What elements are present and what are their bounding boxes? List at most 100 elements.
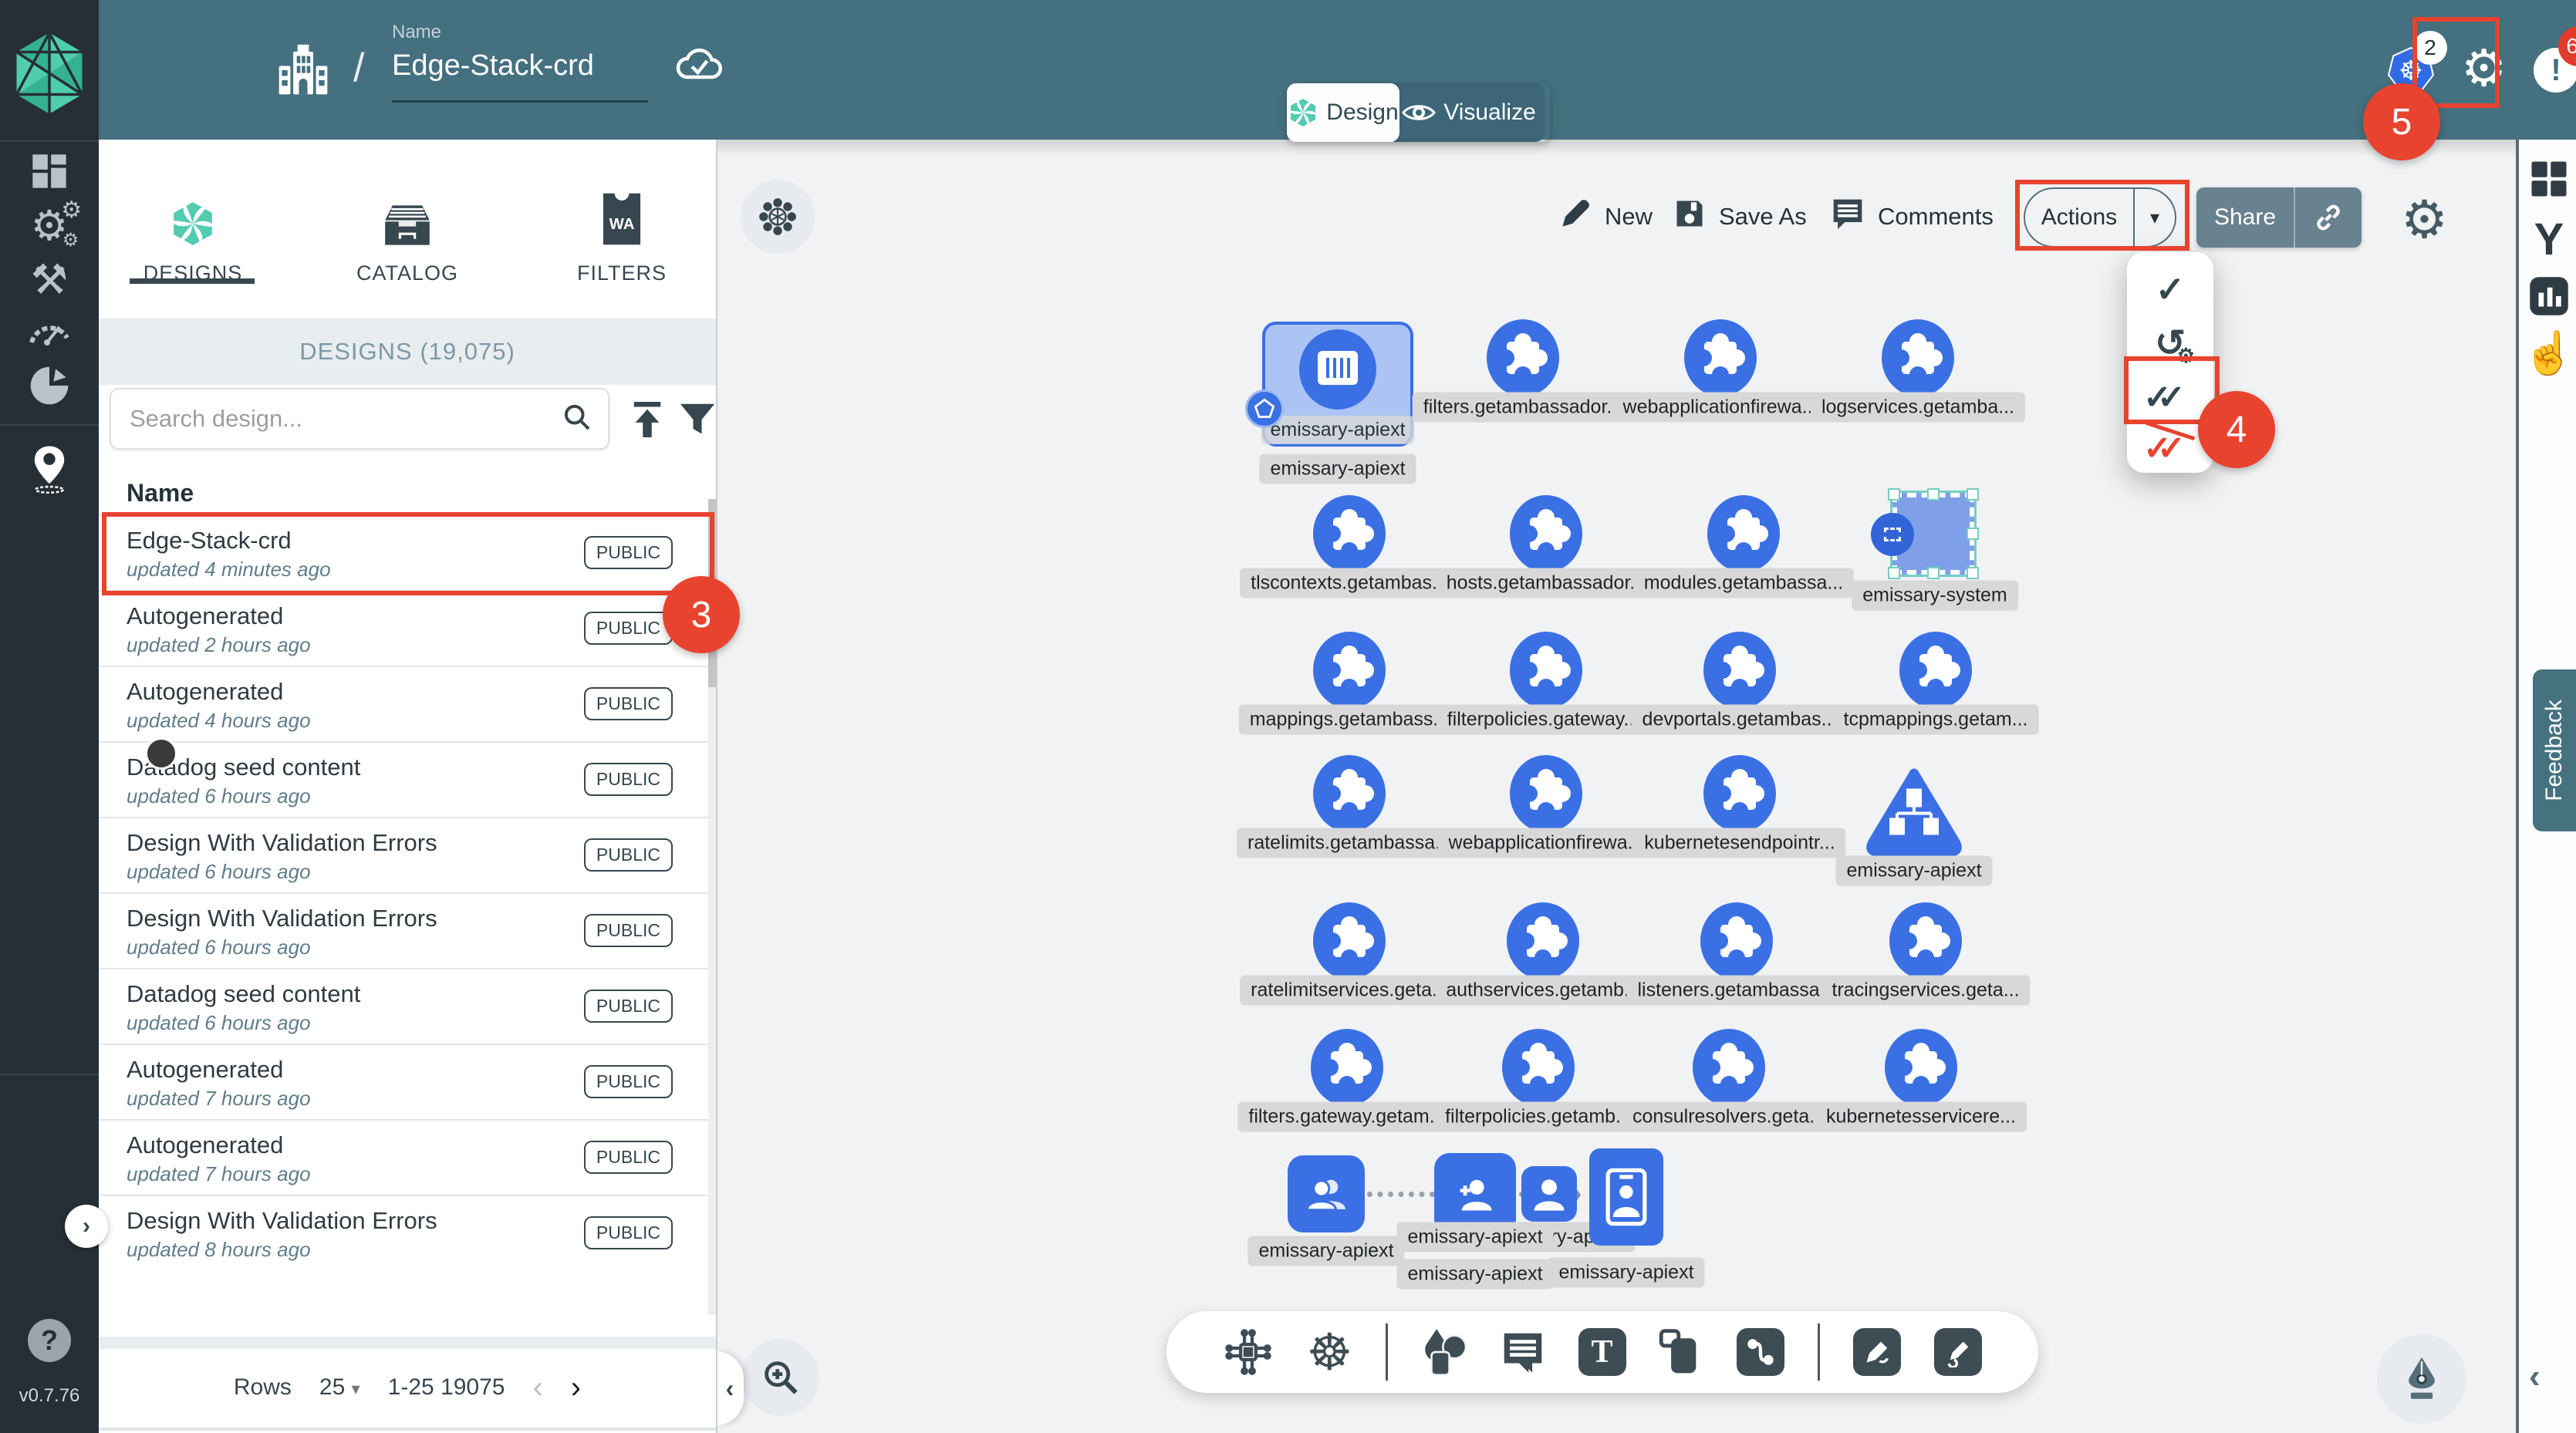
interact-hand-icon[interactable]: ☝ (2519, 329, 2576, 378)
design-row[interactable]: Design With Validation Errorsupdated 8 h… (99, 1195, 710, 1270)
shapes-icon[interactable] (1421, 1327, 1467, 1377)
dry-run-history-icon[interactable]: ↺⚙ (2127, 319, 2213, 368)
zoom-in-icon[interactable] (742, 1339, 819, 1416)
lifecycle-gears-icon[interactable]: ⚙⚙⚙ (0, 197, 99, 253)
design-row[interactable]: Autogeneratedupdated 7 hours agoPUBLIC (99, 1119, 710, 1195)
node-crd[interactable] (1313, 902, 1386, 979)
visibility-badge[interactable]: PUBLIC (584, 990, 673, 1023)
design-row[interactable]: Autogeneratedupdated 4 hours agoPUBLIC (99, 666, 710, 741)
node-cluster-role[interactable] (1288, 1155, 1365, 1232)
node-crd[interactable] (1507, 902, 1579, 979)
validate-check-icon[interactable]: ✓ (2127, 265, 2213, 314)
node-crd[interactable] (1899, 632, 1972, 709)
comments-button[interactable]: Comments (1830, 190, 1994, 244)
actions-button[interactable]: Actions ▾ (2024, 187, 2176, 248)
tab-designs[interactable]: DESIGNS (116, 163, 270, 285)
performance-gauge-icon[interactable] (0, 302, 99, 358)
cloud-sync-icon[interactable] (674, 43, 724, 87)
design-row[interactable]: Datadog seed contentupdated 6 hours agoP… (99, 968, 710, 1044)
copy-link-icon[interactable] (2295, 202, 2362, 233)
visibility-badge[interactable]: PUBLIC (584, 1141, 673, 1174)
node-crd[interactable] (1684, 319, 1757, 396)
rows-per-page-select[interactable]: 25 ▾ (319, 1374, 360, 1401)
node-crd[interactable] (1313, 495, 1386, 572)
node-service-account-card[interactable] (1589, 1148, 1663, 1246)
notes-tool-icon[interactable] (1659, 1328, 1703, 1376)
visibility-badge[interactable]: PUBLIC (584, 914, 673, 947)
node-crd[interactable] (1703, 755, 1776, 832)
meshery-logo[interactable] (0, 31, 99, 116)
sketch-pencil-icon[interactable] (1934, 1328, 1982, 1376)
pen-nib-icon[interactable] (2377, 1334, 2466, 1424)
new-design-button[interactable]: New (1558, 190, 1653, 244)
design-row[interactable]: Autogeneratedupdated 2 hours agoPUBLIC (99, 590, 710, 666)
visibility-badge[interactable]: PUBLIC (584, 838, 673, 872)
feedback-tab[interactable]: Feedback (2533, 669, 2576, 831)
node-crd[interactable] (1889, 902, 1962, 979)
node-crd[interactable] (1487, 319, 1559, 396)
node-crd[interactable] (1502, 1029, 1575, 1106)
node-crd[interactable] (1510, 632, 1582, 709)
node-crd[interactable] (1313, 632, 1386, 709)
node-crd[interactable] (1311, 1029, 1383, 1106)
node-crd[interactable] (1510, 755, 1582, 832)
help-button[interactable]: ? (28, 1319, 71, 1362)
node-crd[interactable] (1885, 1029, 1957, 1106)
next-page-button[interactable]: › (571, 1371, 581, 1405)
comment-tool-icon[interactable] (1501, 1330, 1545, 1374)
design-row[interactable]: Edge-Stack-crdupdated 4 minutes agoPUBLI… (99, 514, 710, 590)
relationships-y-icon[interactable]: Y (2519, 214, 2576, 265)
visibility-badge[interactable]: PUBLIC (584, 536, 673, 569)
mesh-hub-icon[interactable] (741, 180, 815, 254)
node-service-account[interactable] (1521, 1166, 1577, 1222)
actions-caret-icon[interactable]: ▾ (2135, 207, 2175, 229)
connection-path-icon[interactable] (1737, 1328, 1784, 1376)
configuration-tools-icon[interactable]: ⚒ (0, 251, 99, 307)
node-crd[interactable] (1313, 755, 1386, 832)
visibility-badge[interactable]: PUBLIC (584, 1065, 673, 1098)
tab-catalog[interactable]: CATALOG (330, 163, 484, 285)
node-crd[interactable] (1882, 319, 1954, 396)
search-input[interactable] (111, 405, 562, 433)
text-tool-icon[interactable]: T (1578, 1328, 1626, 1376)
design-row[interactable]: Autogeneratedupdated 7 hours agoPUBLIC (99, 1044, 710, 1119)
node-crd[interactable] (1700, 902, 1773, 979)
visibility-badge[interactable]: PUBLIC (584, 612, 673, 645)
right-rail-collapse-icon[interactable]: ‹ (2529, 1357, 2541, 1396)
sidebar-expand-button[interactable]: › (65, 1205, 108, 1248)
organization-building-icon[interactable] (275, 43, 332, 101)
publish-upload-icon[interactable] (630, 400, 665, 443)
location-pin-icon[interactable] (0, 441, 99, 497)
merge-components-icon[interactable] (1223, 1327, 1274, 1377)
save-as-button[interactable]: Save As (1673, 190, 1807, 244)
kubernetes-wheel-icon[interactable]: ☸ (1307, 1323, 1352, 1382)
pen-tool-icon[interactable] (1853, 1328, 1901, 1376)
node-emissary-apiext-selected[interactable]: emissary-apiext (1262, 322, 1413, 447)
node-crd[interactable] (1510, 495, 1582, 572)
dashboard-chart-icon[interactable] (2519, 275, 2576, 317)
design-row[interactable]: Design With Validation Errorsupdated 6 h… (99, 817, 710, 892)
node-crd[interactable] (1703, 632, 1776, 709)
previous-page-button[interactable]: ‹ (532, 1371, 542, 1405)
visibility-badge[interactable]: PUBLIC (584, 763, 673, 796)
share-button[interactable]: Share (2196, 187, 2362, 248)
node-crd[interactable] (1693, 1029, 1765, 1106)
tab-design[interactable]: Design (1287, 83, 1399, 142)
tab-filters[interactable]: WA FILTERS (545, 163, 699, 285)
canvas-settings-gear-icon[interactable]: ⚙ (2401, 190, 2448, 251)
design-name-input[interactable] (392, 49, 647, 83)
tab-visualize[interactable]: Visualize (1393, 83, 1545, 142)
node-crd[interactable] (1707, 495, 1780, 572)
node-deployment-triangle[interactable] (1863, 766, 1965, 862)
filter-funnel-icon[interactable] (679, 402, 716, 441)
visibility-badge[interactable]: PUBLIC (584, 687, 673, 720)
design-row-title: Autogenerated (127, 1131, 283, 1159)
components-grid-icon[interactable] (2519, 158, 2576, 200)
node-emissary-system[interactable] (1892, 493, 1974, 575)
design-row[interactable]: Datadog seed contentupdated 6 hours agoP… (99, 741, 710, 817)
design-row[interactable]: Design With Validation Errorsupdated 6 h… (99, 892, 710, 968)
dashboard-icon[interactable] (0, 143, 99, 199)
visibility-badge[interactable]: PUBLIC (584, 1216, 673, 1249)
extensions-icon[interactable] (0, 358, 99, 413)
settings-gear-icon[interactable]: ⚙ (2461, 39, 2507, 98)
